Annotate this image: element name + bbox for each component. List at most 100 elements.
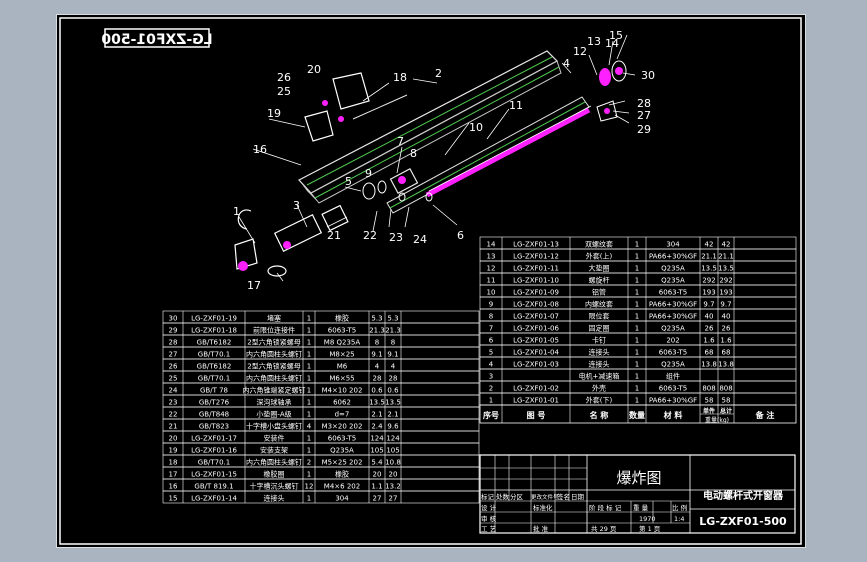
part-no: 4 <box>489 361 494 369</box>
part-total-weight: 21.1 <box>718 253 734 261</box>
part-total-weight: 9.6 <box>387 423 399 431</box>
part-material: Q235A <box>661 325 685 333</box>
part-name: 2型六角锁紧螺母 <box>247 338 300 347</box>
part-material: M4×6 202 <box>324 483 360 491</box>
part-code: LG-ZXF01-06 <box>513 325 559 333</box>
balloon-23: 23 <box>389 231 403 244</box>
part-unit-weight: 124 <box>370 435 384 443</box>
part-total-weight: 58 <box>722 397 731 405</box>
table-row: 4 LG-ZXF01-03 连接头 1 Q235A 13.8 13.8 <box>479 356 797 370</box>
part-code: GB/T70.1 <box>198 351 230 359</box>
part-material: 6062 <box>333 399 351 407</box>
table-row: 20 LG-ZXF01-17 安装件 1 6063-T5 124 124 <box>162 430 480 444</box>
part-unit-weight: 40 <box>705 313 714 321</box>
balloon-17: 17 <box>247 279 261 292</box>
part-total-weight: 27 <box>389 495 398 503</box>
part-total-weight: 9.1 <box>387 351 398 359</box>
part-code: LG-ZXF01-04 <box>513 349 559 357</box>
part-no: 25 <box>169 375 178 383</box>
part-no: 3 <box>489 373 493 381</box>
drawing-number: LG-ZXF01-500 <box>699 515 787 528</box>
header-cell: 备 注 <box>755 410 775 420</box>
part-unit-weight: 13.5 <box>369 399 385 407</box>
part-code: GB/T276 <box>199 399 230 407</box>
part-unit-weight: 13.5 <box>701 265 717 273</box>
table-row: 6 LG-ZXF01-05 卡钉 1 202 1.6 1.6 <box>479 332 797 346</box>
part-unit-weight: 292 <box>702 277 715 285</box>
balloon-19: 19 <box>267 107 281 120</box>
part-code: LG-ZXF01-18 <box>191 327 237 335</box>
part-material: M6 <box>337 363 348 371</box>
part-code: LG-ZXF01-05 <box>513 337 559 345</box>
part-unit-weight: 1.1 <box>371 483 382 491</box>
part-total-weight: 8 <box>391 339 395 347</box>
part-unit-weight: 5.3 <box>371 315 382 323</box>
part-total-weight: 0.6 <box>387 387 399 395</box>
part-no: 11 <box>487 277 496 285</box>
lower-cover-part <box>234 209 287 277</box>
part-name: 铝管 <box>592 288 606 297</box>
part-name: 内螺纹套 <box>585 300 613 309</box>
part-no: 21 <box>169 423 178 431</box>
part-unit-weight: 4 <box>375 363 380 371</box>
part-code: LG-ZXF01-07 <box>513 313 559 321</box>
drawing-sheet: LG-ZXF01-500 1 2 3 4 5 6 7 8 9 10 11 12 … <box>59 17 802 545</box>
part-qty: 1 <box>307 399 311 407</box>
part-qty: 1 <box>307 351 311 359</box>
part-code: LG-ZXF01-13 <box>513 241 559 249</box>
part-total-weight: 68 <box>722 349 731 357</box>
part-material: 橡胶 <box>335 314 349 323</box>
part-unit-weight: 8 <box>375 339 379 347</box>
part-name: 十字槽小盘头螺钉 <box>246 422 302 431</box>
part-total-weight: 9.7 <box>720 301 731 309</box>
drawing-title: 爆炸图 <box>616 469 661 487</box>
part-code: GB/T70.1 <box>198 459 230 467</box>
part-total-weight: 13.5 <box>385 399 401 407</box>
part-name: 内六角锥端紧定螺钉 <box>243 386 306 395</box>
part-material: Q235A <box>661 265 685 273</box>
table-row: 5 LG-ZXF01-04 连接头 1 6063-T5 68 68 <box>479 344 797 358</box>
part-total-weight: 193 <box>719 289 732 297</box>
part-name: 堵塞 <box>267 314 281 323</box>
balloon-1: 1 <box>233 205 240 218</box>
table-row: 13 LG-ZXF01-12 外套(上) 1 PA66+30%GF 21.1 21.1 <box>479 248 797 262</box>
part-no: 22 <box>169 411 178 419</box>
part-name: 连接头 <box>264 494 285 503</box>
part-no: 18 <box>169 459 178 467</box>
parts-table-right: 14 LG-ZXF01-13 双螺纹套 1 304 42 4213 LG-ZXF01-12 外套… <box>479 236 797 406</box>
balloon-20: 20 <box>307 63 321 76</box>
part-qty: 1 <box>635 277 639 285</box>
mirrored-code-text: LG-ZXF01-500 <box>101 32 213 48</box>
part-total-weight: 28 <box>389 375 398 383</box>
part-unit-weight: 9.7 <box>703 301 714 309</box>
part-material: 6063-T5 <box>328 327 356 335</box>
part-name: 内六角圆柱头螺钉 <box>246 458 302 467</box>
drawing-viewport[interactable]: LG-ZXF01-500 1 2 3 4 5 6 7 8 9 10 11 12 … <box>56 14 806 548</box>
tb-design-label: 设 计 <box>481 503 497 512</box>
part-qty: 1 <box>635 373 639 381</box>
part-total-weight: 1.6 <box>720 337 732 345</box>
part-name: 内六角圆柱头螺钉 <box>246 374 302 383</box>
part-unit-weight: 808 <box>702 385 715 393</box>
part-qty: 1 <box>307 387 311 395</box>
part-material: 橡胶 <box>335 470 349 479</box>
part-name: 大垫圈 <box>589 264 610 273</box>
part-name: 固定圈 <box>589 324 610 333</box>
part-name: 小垫圈-A级 <box>256 410 291 419</box>
part-qty: 1 <box>635 397 639 405</box>
part-code: LG-ZXF01-08 <box>513 301 559 309</box>
part-name: 双螺纹套 <box>585 240 613 249</box>
part-qty: 1 <box>635 241 639 249</box>
part-code: LG-ZXF01-09 <box>513 289 559 297</box>
part-no: 24 <box>169 387 178 395</box>
part-no: 23 <box>169 399 178 407</box>
table-row: 12 LG-ZXF01-11 大垫圈 1 Q235A 13.5 13.5 <box>479 260 797 274</box>
part-material: M5×25 202 <box>322 459 363 467</box>
part-name: 连接头 <box>589 348 610 357</box>
part-name: 2型六角锁紧螺母 <box>247 362 300 371</box>
part-total-weight: 10.8 <box>385 459 401 467</box>
part-code: LG-ZXF01-03 <box>513 361 559 369</box>
part-no: 2 <box>489 385 493 393</box>
part-material: M3×20 202 <box>322 423 363 431</box>
table-row: 27 GB/T70.1 内六角圆柱头螺钉 1 M8×25 9.1 9.1 <box>162 346 480 360</box>
